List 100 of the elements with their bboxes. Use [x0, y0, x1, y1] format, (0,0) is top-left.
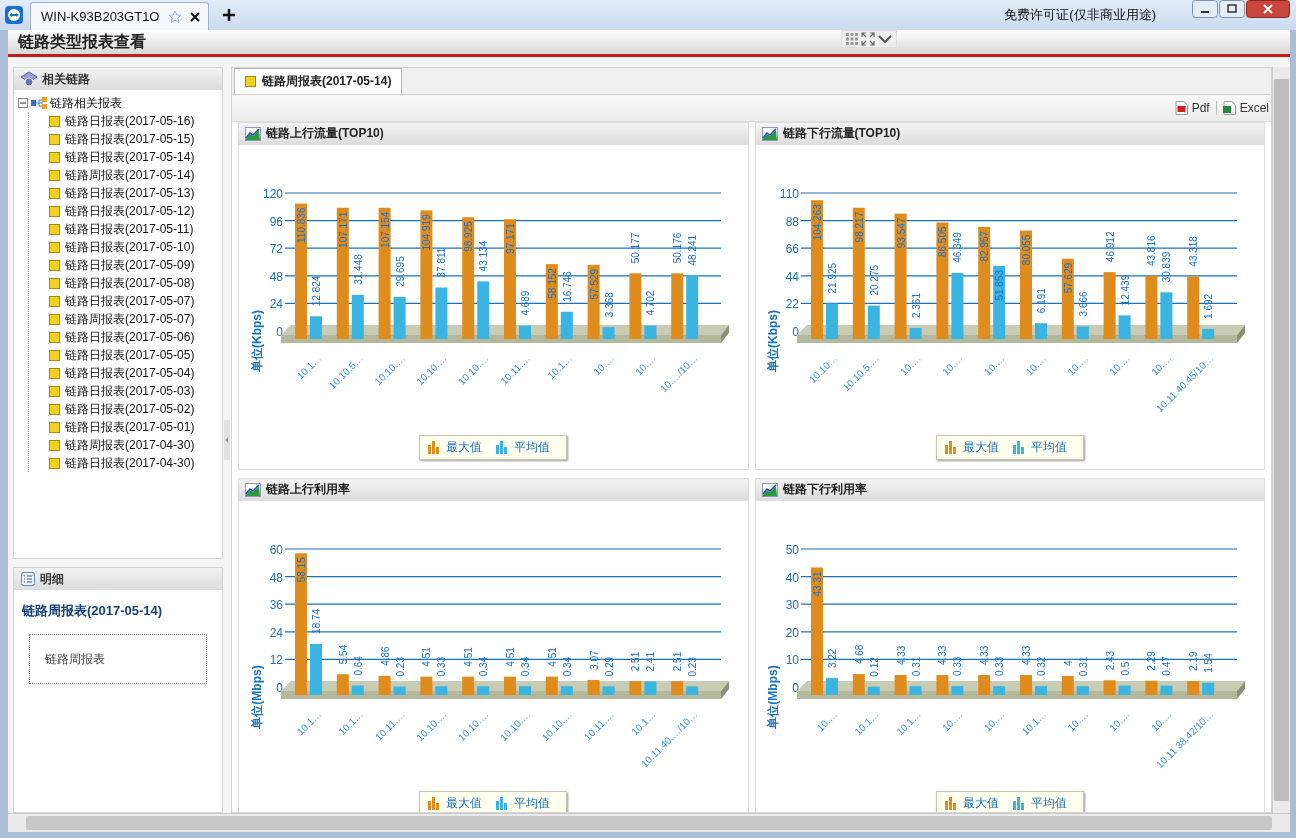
category-label: 10.… [898, 352, 924, 377]
close-icon[interactable] [1246, 0, 1290, 18]
bar [351, 685, 364, 695]
expand-icon[interactable] [861, 32, 875, 46]
chart-title: 链路下行利用率 [782, 481, 867, 498]
maximize-icon[interactable] [1219, 0, 1245, 18]
bar [1145, 680, 1158, 695]
value-label: 43.134 [477, 240, 489, 271]
bar [393, 296, 406, 339]
list-icon [20, 571, 36, 587]
bar [1118, 685, 1131, 695]
value-label: 21.925 [827, 262, 839, 293]
value-label: 107.154 [379, 211, 391, 248]
scroll-thumb[interactable] [26, 816, 1272, 830]
add-tab-icon[interactable] [222, 9, 235, 21]
value-label: 4.51 [504, 646, 516, 667]
collapse-icon[interactable] [18, 98, 28, 108]
value-label: 4.33 [979, 645, 991, 665]
axis-tick-label: 60 [269, 542, 283, 557]
axis-title: 单位(Mbps) [249, 664, 264, 729]
vertical-scrollbar[interactable] [1272, 67, 1290, 813]
value-label: 2.43 [1104, 650, 1116, 670]
value-label: 98.217 [854, 211, 866, 242]
tree-item[interactable]: 链路日报表(2017-05-13) [65, 184, 195, 202]
bar [476, 280, 489, 339]
tree-item[interactable]: 链路日报表(2017-05-03) [65, 382, 195, 400]
legend-label: 平均值 [514, 438, 551, 456]
axis-tick-label: 88 [785, 214, 800, 229]
report-icon [49, 169, 60, 181]
chevron-down-icon[interactable] [877, 32, 893, 46]
value-label: 107.171 [337, 211, 349, 248]
tree-item[interactable]: 链路日报表(2017-05-05) [65, 346, 195, 364]
tree-item[interactable]: 链路日报表(2017-05-08) [65, 274, 195, 292]
category-label: 10.… [1065, 352, 1091, 377]
value-label: 93.547 [895, 217, 907, 248]
report-icon [49, 151, 60, 163]
value-label: 4.689 [519, 290, 531, 316]
bar [951, 272, 964, 339]
panel-title: 相关链路 [42, 70, 90, 88]
chart-title: 链路下行流量(TOP10) [782, 125, 901, 142]
star-icon[interactable] [167, 9, 182, 24]
report-icon [49, 457, 60, 469]
tree-item[interactable]: 链路日报表(2017-05-15) [65, 130, 195, 148]
chart-icon [245, 482, 261, 497]
excel-export-button[interactable]: Excel [1220, 100, 1271, 115]
tree-item[interactable]: 链路周报表(2017-05-07) [65, 310, 195, 328]
tree-item[interactable]: 链路日报表(2017-05-02) [65, 400, 195, 418]
bar [644, 680, 657, 695]
value-label: 29.695 [394, 255, 406, 287]
category-label: 10.… [982, 708, 1007, 733]
value-label: 0.5 [1119, 661, 1131, 676]
tree-item[interactable]: 链路相关报表 [50, 94, 122, 112]
tree-item[interactable]: 链路日报表(2017-05-04) [65, 364, 195, 382]
value-label: 97.171 [504, 222, 516, 254]
bar [1202, 328, 1215, 339]
tree-item[interactable]: 链路日报表(2017-05-14) [65, 148, 195, 166]
bar [435, 287, 448, 339]
tree-item[interactable]: 链路日报表(2017-05-16) [65, 112, 195, 130]
value-label: 43.816 [1146, 234, 1158, 266]
tree-item[interactable]: 链路日报表(2017-05-06) [65, 328, 195, 346]
grid-icon[interactable] [845, 32, 859, 46]
axis-tick-label: 72 [269, 241, 283, 256]
value-label: 0.31 [1078, 656, 1090, 676]
axis-tick-label: 44 [785, 269, 800, 284]
tree-item[interactable]: 链路周报表(2017-05-14) [65, 166, 195, 184]
value-label: 2.361 [910, 292, 922, 318]
tree-item[interactable]: 链路日报表(2017-05-01) [65, 418, 195, 436]
value-label: 0.33 [436, 656, 448, 676]
session-tab[interactable]: WIN-K93B203GT1O [30, 1, 209, 31]
category-label: 10.… [940, 708, 965, 733]
tree-item[interactable]: 链路日报表(2017-04-30) [65, 454, 195, 472]
value-label: 4.51 [546, 646, 558, 667]
bar [1035, 685, 1048, 695]
horizontal-scrollbar[interactable] [8, 813, 1290, 832]
close-icon[interactable] [189, 11, 200, 22]
bar [1160, 685, 1173, 695]
report-icon [49, 241, 60, 253]
splitter-grip-icon[interactable] [224, 420, 230, 460]
tree-item[interactable]: 链路日报表(2017-05-07) [65, 292, 195, 310]
value-label: 5.54 [337, 644, 349, 664]
bar [629, 272, 642, 339]
axis-tick-label: 48 [269, 269, 283, 284]
tree-item[interactable]: 链路日报表(2017-05-09) [65, 256, 195, 274]
report-icon [49, 115, 60, 127]
report-icon [49, 385, 60, 397]
scroll-thumb[interactable] [1274, 79, 1289, 801]
bar [853, 673, 866, 695]
tree-item[interactable]: 链路日报表(2017-05-10) [65, 238, 195, 256]
value-label: 4 [1063, 659, 1075, 666]
pdf-export-button[interactable]: Pdf [1172, 100, 1212, 115]
tree-item[interactable]: 链路周报表(2017-04-30) [65, 436, 195, 454]
bar [1020, 674, 1033, 695]
axis-tick-label: 0 [276, 680, 283, 695]
report-tab[interactable]: 链路周报表(2017-05-14) [234, 68, 403, 94]
tree-item[interactable]: 链路日报表(2017-05-11) [65, 220, 194, 238]
axis-tick-label: 22 [785, 296, 800, 311]
bar [1160, 291, 1173, 339]
bar [309, 643, 322, 695]
minimize-icon[interactable] [1192, 0, 1218, 18]
tree-item[interactable]: 链路日报表(2017-05-12) [65, 202, 195, 220]
